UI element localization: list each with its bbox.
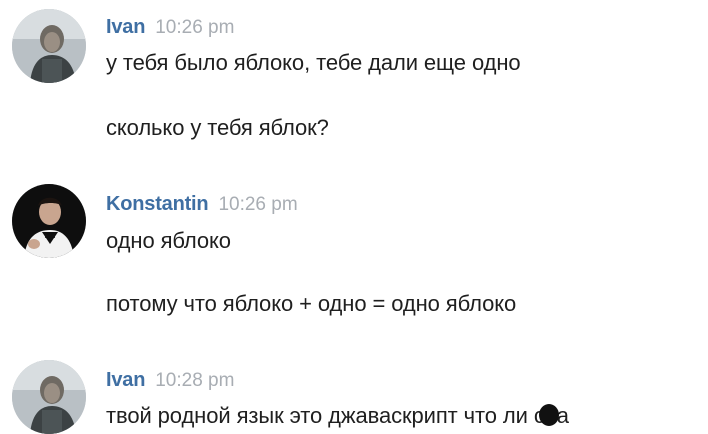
message-meta: Ivan 10:28 pm [106, 369, 234, 393]
avatar[interactable] [12, 360, 86, 434]
author-name[interactable]: Ivan [106, 369, 145, 391]
message-text-part: твой родной язык это джаваскрипт что ли … [106, 403, 545, 428]
user-avatar-ivan-icon [12, 360, 86, 434]
chat-history: Ivan 10:26 pm у тебя было яблоко, тебе да… [0, 0, 708, 434]
avatar[interactable] [12, 184, 86, 258]
message-text: потому что яблоко + одно = одно яблоко [106, 291, 517, 316]
timestamp: 10:26 pm [155, 17, 235, 38]
message-text: твой родной язык это джаваскрипт что ли … [106, 403, 569, 429]
message-text: сколько у тебя яблок? [106, 115, 329, 140]
user-avatar-ivan-icon [12, 9, 86, 83]
author-name[interactable]: Ivan [106, 16, 145, 38]
user-avatar-konstantin-icon [12, 184, 86, 258]
timestamp: 10:28 pm [155, 370, 235, 391]
author-name[interactable]: Konstantin [106, 193, 209, 215]
message-text: у тебя было яблоко, тебе дали еще одно [106, 50, 521, 75]
message-meta: Konstantin 10:26 pm [106, 193, 298, 217]
message-text: одно яблоко [106, 228, 231, 253]
message-meta: Ivan 10:26 pm [106, 16, 234, 40]
censor-blob-icon [538, 404, 559, 427]
timestamp: 10:26 pm [218, 194, 298, 215]
avatar[interactable] [12, 9, 86, 83]
